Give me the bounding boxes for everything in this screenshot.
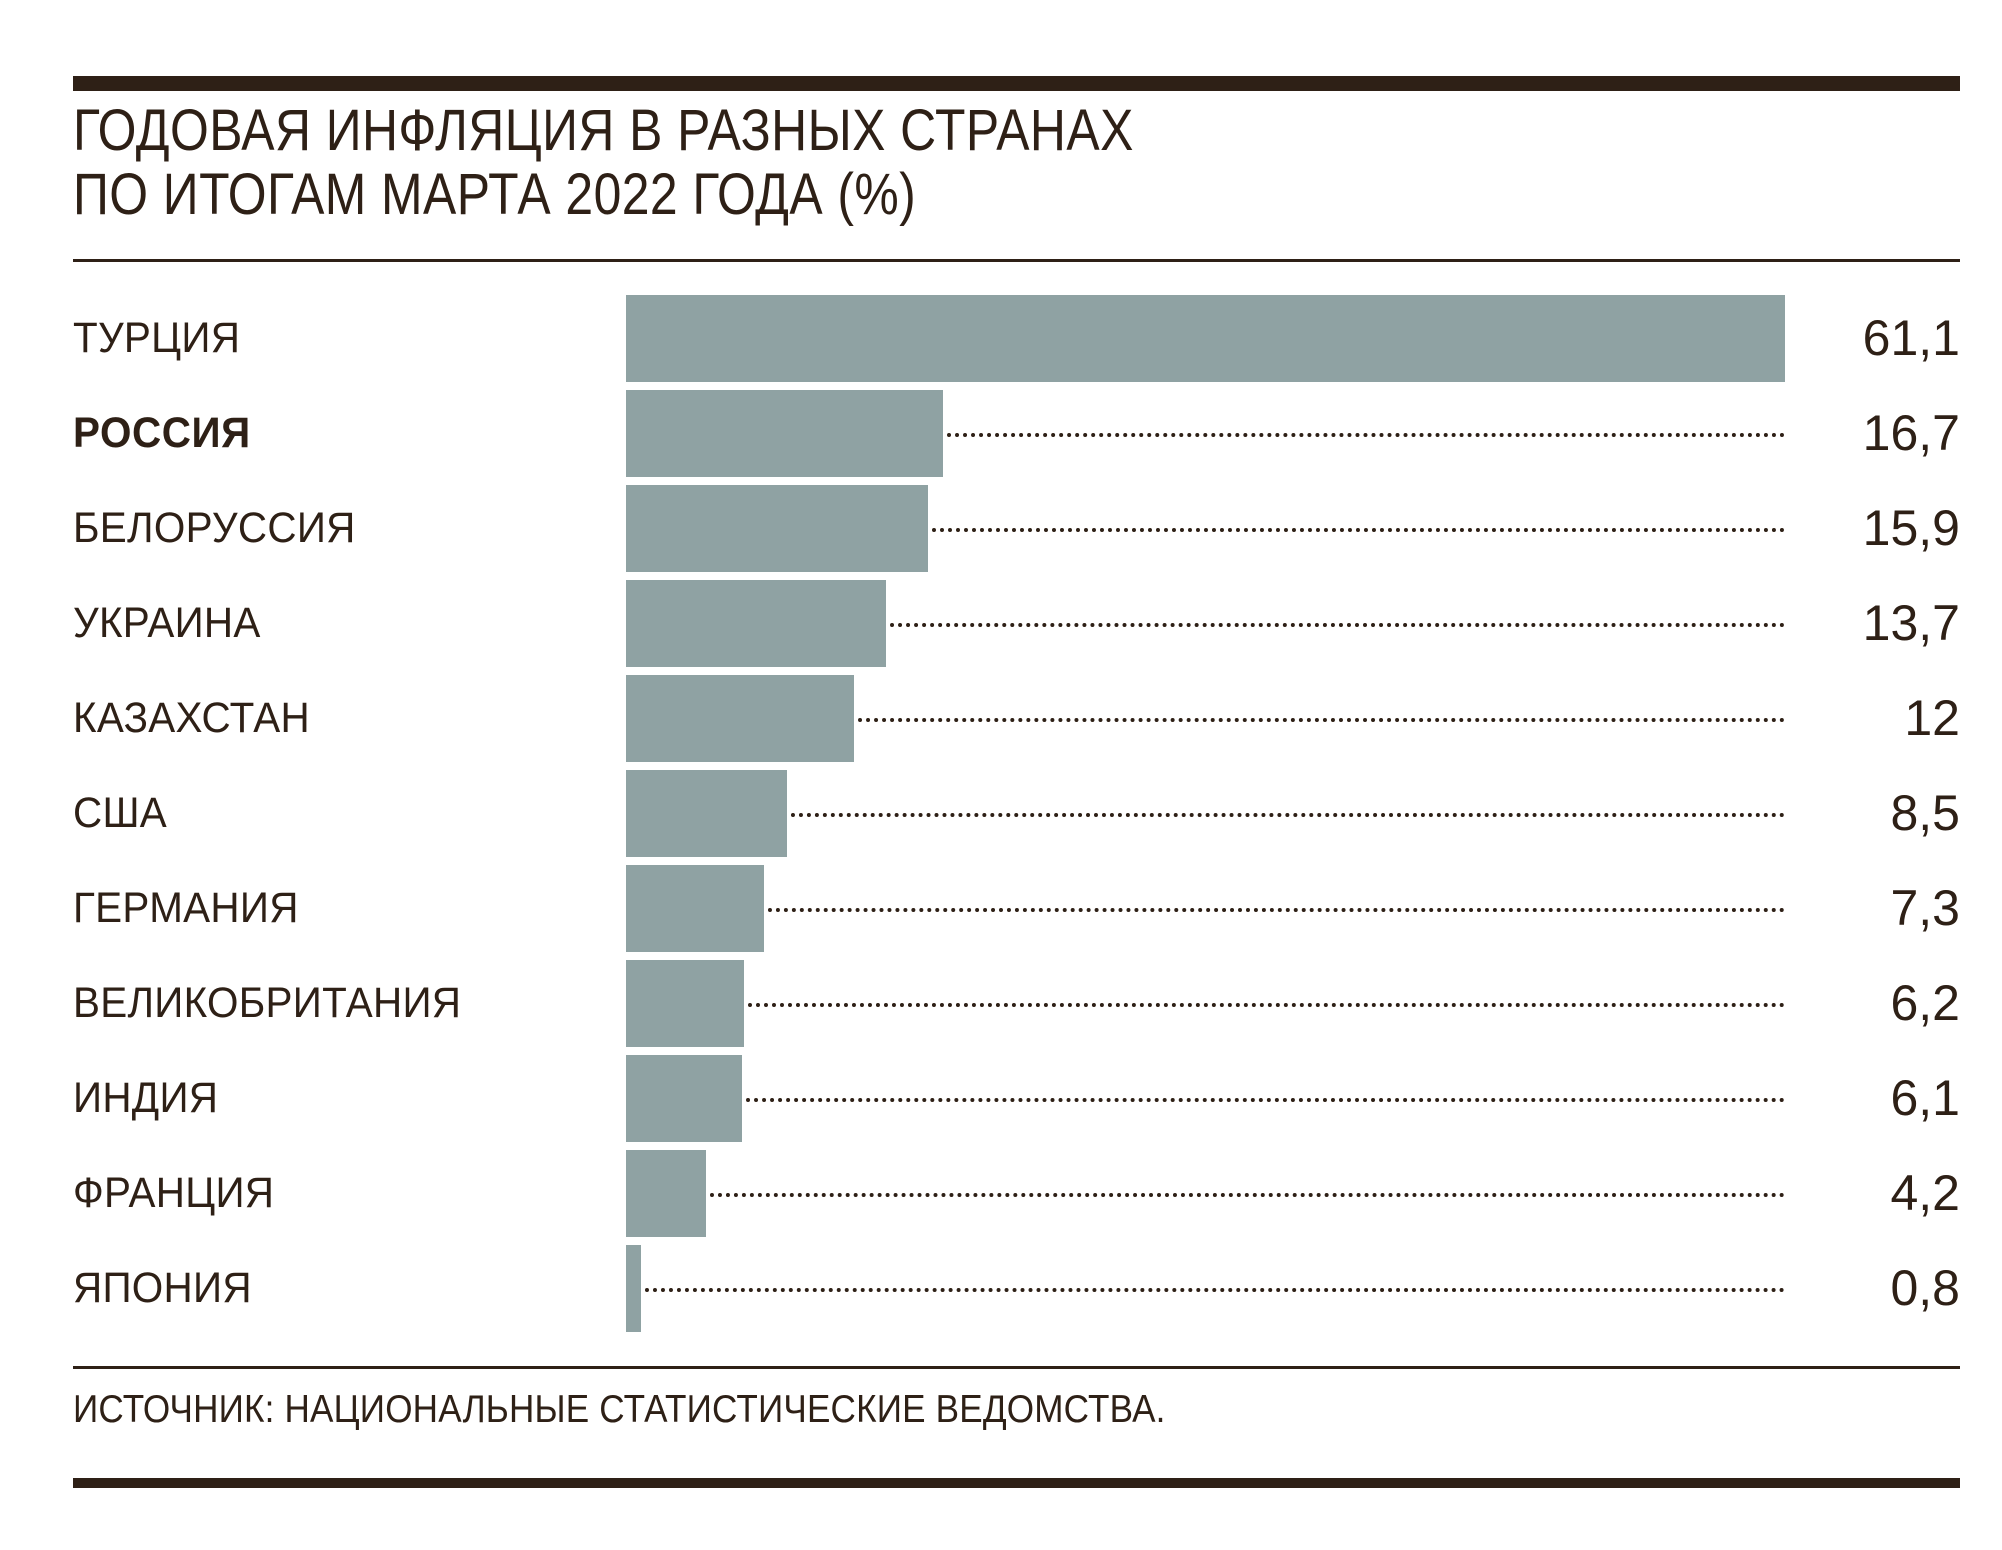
chart-row-leader-line [939, 433, 1785, 437]
chart-row: РОССИЯ 16,7 [0, 390, 2002, 485]
chart-row: ВЕЛИКОБРИТАНИЯ 6,2 [0, 960, 2002, 1055]
chart-row-label: ФРАНЦИЯ [73, 1169, 275, 1217]
chart-row-leader-line [924, 528, 1785, 532]
chart-row-leader-line [850, 718, 1785, 722]
chart-row: УКРАИНА 13,7 [0, 580, 2002, 675]
chart-row-label: КАЗАХСТАН [73, 694, 310, 742]
chart-row-value: 8,5 [1890, 785, 1960, 841]
chart-row-label: БЕЛОРУССИЯ [73, 504, 356, 552]
chart-row-leader-line [740, 1003, 1785, 1007]
chart-row-leader-line [738, 1098, 1785, 1102]
chart-row: ТУРЦИЯ 61,1 [0, 295, 2002, 390]
chart-row-label: УКРАИНА [73, 599, 261, 647]
chart-row: ИНДИЯ 6,1 [0, 1055, 2002, 1150]
chart-bar [626, 580, 886, 667]
chart-row-value: 7,3 [1890, 880, 1960, 936]
bottom-divider-thick [73, 1478, 1960, 1488]
chart-bar [626, 960, 744, 1047]
chart-row-value: 0,8 [1890, 1260, 1960, 1316]
chart-row-label: ГЕРМАНИЯ [73, 884, 299, 932]
chart-row-label: ТУРЦИЯ [73, 314, 241, 362]
chart-row: БЕЛОРУССИЯ 15,9 [0, 485, 2002, 580]
source-note: ИСТОЧНИК: НАЦИОНАЛЬНЫЕ СТАТИСТИЧЕСКИЕ ВЕ… [73, 1388, 1166, 1431]
chart-row-label: ЯПОНИЯ [73, 1264, 252, 1312]
infographic-canvas: ГОДОВАЯ ИНФЛЯЦИЯ В РАЗНЫХ СТРАНАХ ПО ИТО… [0, 0, 2002, 1550]
chart-bar [626, 770, 787, 857]
bar-chart: ТУРЦИЯ 61,1 РОССИЯ 16,7 БЕЛОРУССИЯ 15,9 УКРАИН… [0, 295, 2002, 1340]
chart-row-label: ИНДИЯ [73, 1074, 219, 1122]
chart-row-value: 13,7 [1862, 595, 1960, 651]
chart-row-label: ВЕЛИКОБРИТАНИЯ [73, 979, 462, 1027]
chart-row-value: 15,9 [1862, 500, 1960, 556]
chart-bar [626, 295, 1785, 382]
chart-bar [626, 1150, 706, 1237]
chart-row-value: 6,1 [1890, 1070, 1960, 1126]
chart-row: КАЗАХСТАН 12 [0, 675, 2002, 770]
chart-row-leader-line [637, 1288, 1785, 1292]
chart-bar [626, 390, 943, 477]
chart-row: ЯПОНИЯ 0,8 [0, 1245, 2002, 1340]
chart-row-value: 6,2 [1890, 975, 1960, 1031]
chart-bar [626, 1055, 742, 1142]
chart-row: США 8,5 [0, 770, 2002, 865]
chart-bar [626, 485, 928, 572]
chart-row-leader-line [760, 908, 1785, 912]
chart-row-label: США [73, 789, 168, 837]
chart-row-value: 16,7 [1862, 405, 1960, 461]
page-title: ГОДОВАЯ ИНФЛЯЦИЯ В РАЗНЫХ СТРАНАХ ПО ИТО… [73, 99, 1573, 227]
chart-row-leader-line [783, 813, 1785, 817]
chart-row: ГЕРМАНИЯ 7,3 [0, 865, 2002, 960]
page-title-line-1: ГОДОВАЯ ИНФЛЯЦИЯ В РАЗНЫХ СТРАНАХ [73, 98, 1134, 163]
chart-row: ФРАНЦИЯ 4,2 [0, 1150, 2002, 1245]
page-title-line-2: ПО ИТОГАМ МАРТА 2022 ГОДА (%) [73, 162, 917, 227]
title-divider-thin [73, 259, 1960, 262]
chart-row-leader-line [882, 623, 1785, 627]
chart-bar [626, 675, 854, 762]
footer-divider-thin [73, 1366, 1960, 1369]
chart-row-value: 12 [1904, 690, 1960, 746]
chart-bar [626, 1245, 641, 1332]
chart-row-leader-line [702, 1193, 1785, 1197]
chart-row-value: 61,1 [1862, 310, 1960, 366]
chart-row-label: РОССИЯ [73, 409, 251, 457]
top-divider-thick [73, 76, 1960, 91]
chart-bar [626, 865, 764, 952]
chart-row-value: 4,2 [1890, 1165, 1960, 1221]
